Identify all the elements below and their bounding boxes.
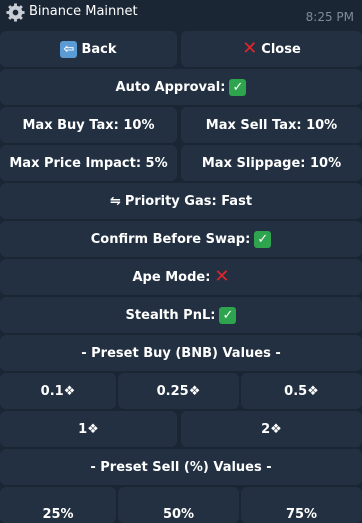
preset-buy-header-button[interactable]: - Preset Buy (BNB) Values - [0, 335, 362, 371]
sell-value-label: 50% [162, 507, 195, 522]
check-icon: ✓ [219, 306, 237, 324]
max-price-impact-button[interactable]: Max Price Impact: 5% [0, 145, 177, 181]
max-slippage-label: Max Slippage: 10% [201, 155, 342, 171]
cross-icon: ✕ [214, 266, 230, 287]
confirm-before-swap-label: Confirm Before Swap: [90, 231, 251, 247]
gear-icon [6, 3, 25, 22]
buy-value-label: 0.5❖ [284, 383, 319, 399]
priority-gas-label: Priority Gas: Fast [124, 193, 253, 209]
cross-icon: ✕ [242, 38, 258, 59]
close-button-label: Close [261, 41, 301, 57]
stealth-pnl-label: Stealth PnL: [125, 307, 216, 323]
chat-header: Binance Mainnet 8:25 PM [0, 0, 362, 29]
back-button[interactable]: ⇦ Back [0, 31, 177, 67]
preset-sell-header-button[interactable]: - Preset Sell (%) Values - [0, 449, 362, 485]
sell-75-button[interactable]: 75% [241, 487, 362, 523]
preset-sell-header-label: - Preset Sell (%) Values - [90, 459, 272, 475]
back-button-label: Back [81, 41, 117, 57]
message-time: 8:25 PM [305, 10, 354, 24]
max-sell-tax-label: Max Sell Tax: 10% [205, 117, 338, 133]
buy-0.25-button[interactable]: 0.25❖ [118, 373, 239, 409]
buy-0.1-button[interactable]: 0.1❖ [0, 373, 116, 409]
buy-value-label: 2❖ [261, 421, 282, 437]
ape-mode-label: Ape Mode: [132, 269, 211, 285]
sell-50-button[interactable]: 50% [118, 487, 239, 523]
buy-0.5-button[interactable]: 0.5❖ [241, 373, 362, 409]
stealth-pnl-button[interactable]: Stealth PnL: ✓ [0, 297, 362, 333]
check-icon: ✓ [254, 230, 272, 248]
confirm-before-swap-button[interactable]: Confirm Before Swap: ✓ [0, 221, 362, 257]
check-icon: ✓ [229, 78, 247, 96]
buy-value-label: 1❖ [78, 421, 99, 437]
max-slippage-button[interactable]: Max Slippage: 10% [181, 145, 362, 181]
sell-value-label: 25% [42, 507, 74, 522]
max-price-impact-label: Max Price Impact: 5% [9, 155, 168, 171]
sell-value-label: 75% [285, 507, 318, 522]
preset-buy-header-label: - Preset Buy (BNB) Values - [81, 345, 281, 361]
priority-gas-button[interactable]: ⇋ Priority Gas: Fast [0, 183, 362, 219]
auto-approval-button[interactable]: Auto Approval: ✓ [0, 69, 362, 105]
chat-title: Binance Mainnet [29, 4, 138, 19]
auto-approval-label: Auto Approval: [115, 79, 226, 95]
buy-2-button[interactable]: 2❖ [181, 411, 362, 447]
sell-25-button[interactable]: 25% [0, 487, 116, 523]
buy-value-label: 0.25❖ [156, 383, 201, 399]
max-buy-tax-label: Max Buy Tax: 10% [22, 117, 155, 133]
back-arrow-icon: ⇦ [60, 40, 78, 58]
ape-mode-button[interactable]: Ape Mode: ✕ [0, 259, 362, 295]
inline-keyboard: ⇦ Back ✕ Close Auto Approval: ✓ Max Buy … [0, 29, 362, 523]
swap-arrows-icon: ⇋ [109, 193, 121, 209]
max-buy-tax-button[interactable]: Max Buy Tax: 10% [0, 107, 177, 143]
max-sell-tax-button[interactable]: Max Sell Tax: 10% [181, 107, 362, 143]
close-button[interactable]: ✕ Close [181, 31, 362, 67]
buy-1-button[interactable]: 1❖ [0, 411, 177, 447]
buy-value-label: 0.1❖ [40, 383, 76, 399]
